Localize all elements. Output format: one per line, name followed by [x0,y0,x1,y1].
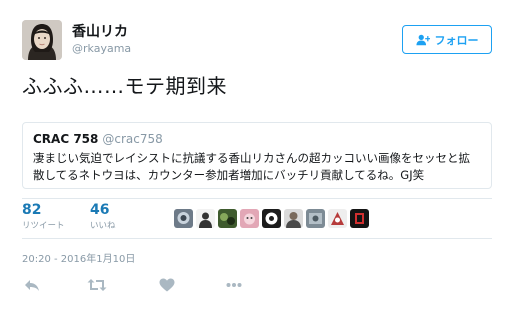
tweet-header: 香山リカ @rkayama フォロー [22,20,492,60]
follow-button[interactable]: フォロー [402,25,492,54]
retweet-button[interactable] [86,276,108,294]
avatar-8-icon [328,209,347,228]
tweet-timestamp[interactable]: 20:20 - 2016年1月10日 [22,250,135,265]
quoted-tweet[interactable]: CRAC 758 @crac758 凄まじい気迫でレイシストに抗議する香山リカさん… [22,122,492,189]
more-button[interactable] [224,276,244,294]
divider [22,238,492,239]
retweet-icon [87,279,107,291]
avatar-2-icon [196,209,215,228]
avatar-9-icon [350,209,369,228]
avatar-7-icon [306,209,325,228]
user-block[interactable]: 香山リカ @rkayama [72,23,131,57]
retweet-count-number: 82 [22,202,42,218]
quoted-tweet-header: CRAC 758 @crac758 [33,131,481,147]
like-count[interactable]: 46 いいね [90,202,116,232]
avatar-6-icon [284,209,303,228]
liker-avatar[interactable] [328,209,347,228]
user-avatar-photo-icon [22,20,62,60]
reply-icon [25,280,39,291]
avatar-4-icon [240,209,259,228]
follow-button-label: フォロー [434,33,479,47]
add-user-icon [415,34,430,45]
quoted-tweet-handle[interactable]: @crac758 [102,132,162,146]
quoted-tweet-name[interactable]: CRAC 758 [33,132,98,146]
liker-avatar[interactable] [262,209,281,228]
display-name[interactable]: 香山リカ [72,23,131,41]
avatar-1-icon [174,209,193,228]
avatar-5-icon [262,209,281,228]
liker-avatars [174,209,369,228]
liker-avatar[interactable] [196,209,215,228]
tweet-actions [22,276,492,294]
liker-avatar[interactable] [218,209,237,228]
retweet-count[interactable]: 82 リツイート [22,202,65,232]
avatar-3-icon [218,209,237,228]
liker-avatar[interactable] [284,209,303,228]
reply-button[interactable] [22,276,42,294]
quoted-tweet-text: 凄まじい気迫でレイシストに抗議する香山リカさんの超カッコいい画像をセッセと拡散し… [33,151,470,182]
tweet-stats: 82 リツイート 46 いいね [22,202,492,234]
user-avatar[interactable] [22,20,62,60]
liker-avatar[interactable] [350,209,369,228]
like-count-number: 46 [90,202,110,218]
liker-avatar[interactable] [174,209,193,228]
retweet-count-label: リツイート [22,221,65,231]
divider [22,198,492,199]
tweet-text: ふふふ……モテ期到来 [22,74,227,98]
like-count-label: いいね [90,221,116,231]
like-icon [159,278,175,292]
more-icon [226,283,242,287]
liker-avatar[interactable] [306,209,325,228]
liker-avatar[interactable] [240,209,259,228]
user-handle[interactable]: @rkayama [72,41,131,57]
like-button[interactable] [157,276,177,294]
